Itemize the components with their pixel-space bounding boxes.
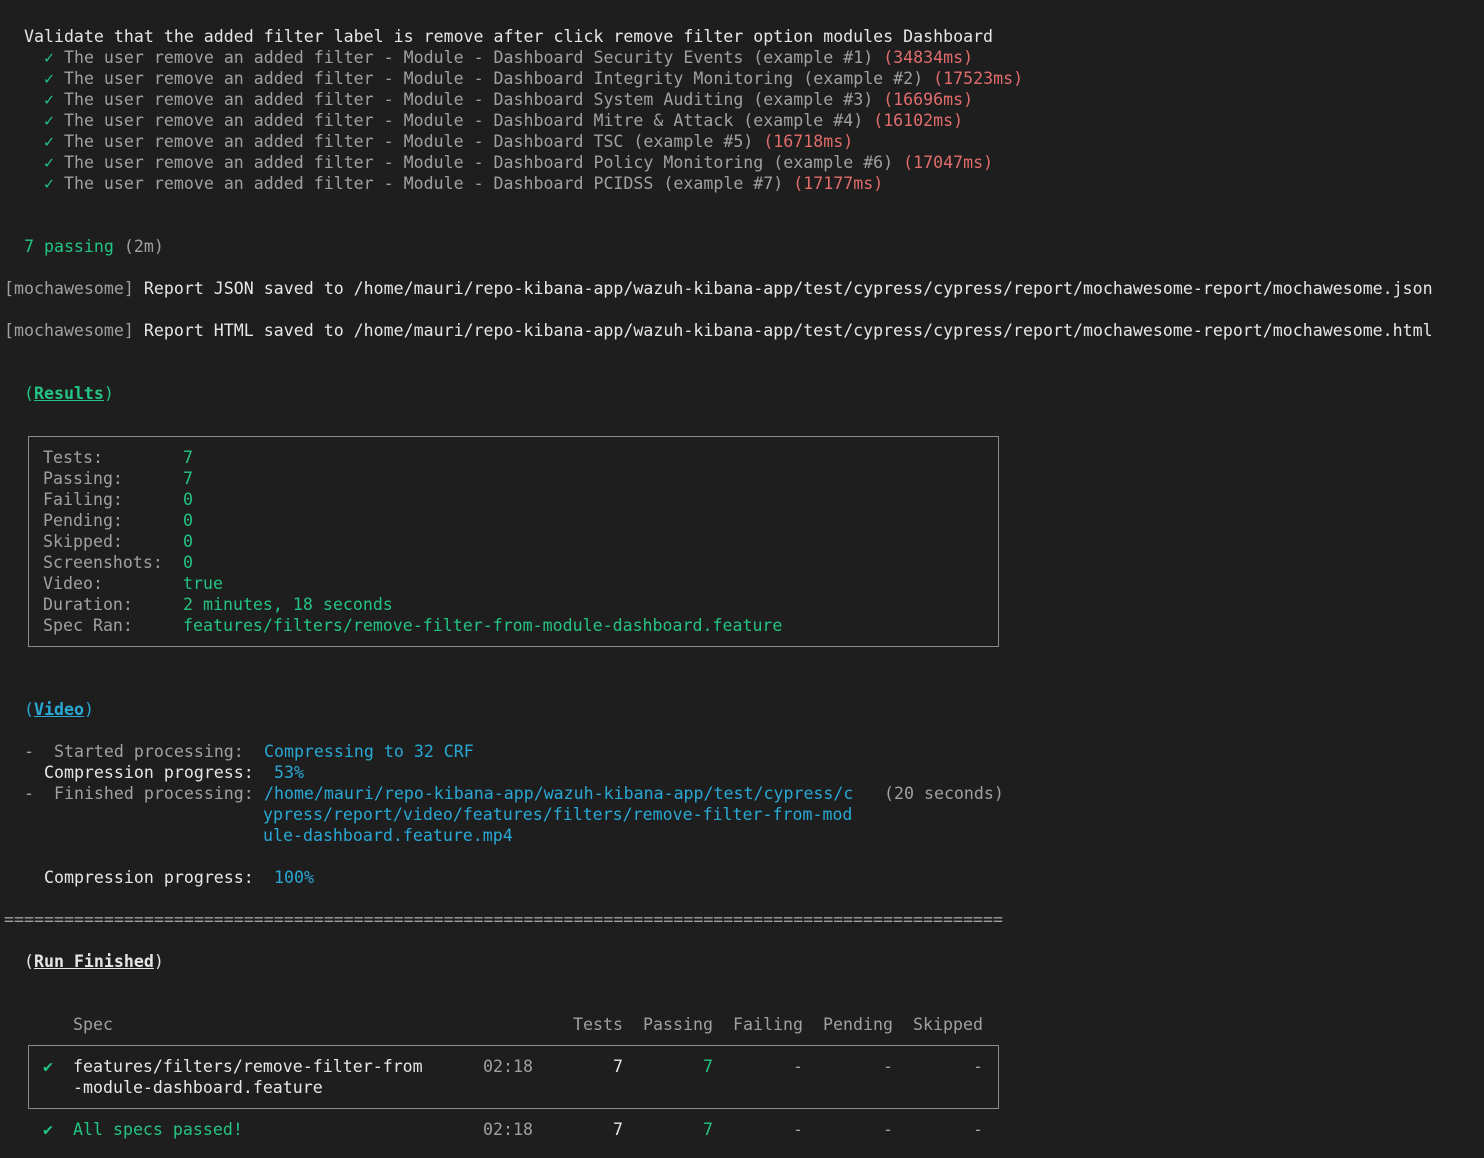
total-row: ✔ All specs passed! 02:18 7 7 - - - bbox=[0, 1119, 1484, 1140]
run-table-header: Spec Tests Passing Failing Pending Skipp… bbox=[0, 1014, 1484, 1035]
check-icon: ✓ bbox=[43, 153, 54, 172]
spec-name-line-1: features/filters/remove-filter-from bbox=[73, 1057, 423, 1076]
col-passing: Passing bbox=[643, 1015, 713, 1034]
video-section: (Video) - Started processing: Compressing… bbox=[4, 699, 1480, 888]
spec-failing: - bbox=[793, 1057, 803, 1076]
result-row: Tests: 7 bbox=[43, 448, 193, 467]
col-skipped: Skipped bbox=[913, 1015, 983, 1034]
spec-pending: - bbox=[883, 1057, 893, 1076]
table-row: ✔ features/filters/remove-filter-from -m… bbox=[0, 1056, 1484, 1098]
test-line: ✓ The user remove an added filter - Modu… bbox=[43, 153, 994, 172]
test-line: ✓ The user remove an added filter - Modu… bbox=[43, 69, 1024, 88]
video-started: - Started processing: Compressing to 32 C… bbox=[23, 742, 474, 761]
check-icon: ✓ bbox=[43, 90, 54, 109]
col-tests: Tests bbox=[573, 1015, 623, 1034]
test-line: ✓ The user remove an added filter - Modu… bbox=[43, 48, 974, 67]
passing-summary: 7 passing (2m) bbox=[23, 237, 164, 256]
terminal-output: Validate that the added filter label is … bbox=[4, 26, 1480, 404]
check-icon: ✔ bbox=[43, 1057, 53, 1076]
test-line: ✓ The user remove an added filter - Modu… bbox=[43, 111, 964, 130]
col-spec: Spec bbox=[73, 1015, 113, 1034]
run-finished-heading: (Run Finished) bbox=[23, 952, 164, 971]
result-row: Screenshots: 0 bbox=[43, 553, 193, 572]
check-icon: ✓ bbox=[43, 48, 54, 67]
result-row: Video: true bbox=[43, 574, 223, 593]
results-heading: (Results) bbox=[23, 384, 114, 403]
total-failing: - bbox=[793, 1120, 803, 1139]
spec-tests: 7 bbox=[613, 1057, 623, 1076]
spec-skipped: - bbox=[973, 1057, 983, 1076]
results-box: Tests: 7 Passing: 7 Failing: 0 Pending: 0 Sk… bbox=[28, 436, 999, 647]
result-row: Skipped: 0 bbox=[43, 532, 193, 551]
total-tests: 7 bbox=[613, 1120, 623, 1139]
video-finished-path-2: ypress/report/video/features/filters/rem… bbox=[263, 805, 853, 824]
col-failing: Failing bbox=[733, 1015, 803, 1034]
video-finished: - Finished processing:/home/mauri/repo-k… bbox=[23, 784, 1004, 803]
result-row: Pending: 0 bbox=[43, 511, 193, 530]
check-icon: ✓ bbox=[43, 69, 54, 88]
video-progress-2: Compression progress: 100% bbox=[43, 868, 314, 887]
total-pending: - bbox=[883, 1120, 893, 1139]
check-icon: ✓ bbox=[43, 132, 54, 151]
spec-passing: 7 bbox=[703, 1057, 713, 1076]
check-icon: ✓ bbox=[43, 174, 54, 193]
result-row: Passing: 7 bbox=[43, 469, 193, 488]
test-line: ✓ The user remove an added filter - Modu… bbox=[43, 132, 854, 151]
test-line: ✓ The user remove an added filter - Modu… bbox=[43, 90, 974, 109]
video-heading: (Video) bbox=[23, 700, 94, 719]
spec-name-line-2: -module-dashboard.feature bbox=[73, 1078, 323, 1097]
suite-title: Validate that the added filter label is … bbox=[23, 27, 994, 46]
video-progress-1: Compression progress: 53% bbox=[43, 763, 304, 782]
check-icon: ✔ bbox=[43, 1120, 53, 1139]
total-skipped: - bbox=[973, 1120, 983, 1139]
check-icon: ✓ bbox=[43, 111, 54, 130]
all-specs-passed: All specs passed! bbox=[73, 1120, 243, 1139]
video-finished-path-3: ule-dashboard.feature.mp4 bbox=[263, 826, 513, 845]
result-row: Duration: 2 minutes, 18 seconds bbox=[43, 595, 393, 614]
separator: ========================================… bbox=[4, 910, 1003, 929]
total-duration: 02:18 bbox=[483, 1120, 533, 1139]
total-passing: 7 bbox=[703, 1120, 713, 1139]
col-pending: Pending bbox=[823, 1015, 893, 1034]
spec-duration: 02:18 bbox=[483, 1057, 533, 1076]
mochawesome-html-line: [mochawesome] Report HTML saved to /home… bbox=[4, 321, 1433, 340]
test-list: ✓ The user remove an added filter - Modu… bbox=[4, 47, 1480, 194]
test-line: ✓ The user remove an added filter - Modu… bbox=[43, 174, 884, 193]
mochawesome-json-line: [mochawesome] Report JSON saved to /home… bbox=[4, 279, 1433, 298]
result-row: Failing: 0 bbox=[43, 490, 193, 509]
result-row: Spec Ran: features/filters/remove-filter-… bbox=[43, 616, 783, 635]
